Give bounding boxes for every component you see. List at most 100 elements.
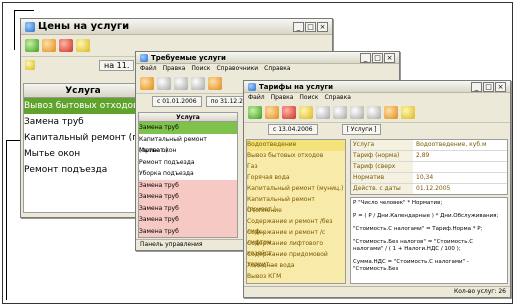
maximize-button[interactable]: □ xyxy=(483,81,494,92)
menu-item[interactable]: Поиск xyxy=(299,93,318,103)
menu-item[interactable]: Файл xyxy=(248,93,265,103)
list-item[interactable]: Вывоз бытовых отходов xyxy=(24,98,142,114)
property-value[interactable]: 01.12.2005 xyxy=(413,184,507,194)
minimize-button[interactable]: _ xyxy=(471,81,482,92)
date-filter[interactable]: на 11. xyxy=(99,59,135,71)
list-item[interactable]: Замена труб xyxy=(139,225,237,237)
maximize-button[interactable]: □ xyxy=(372,52,383,63)
list-item[interactable]: Замена труб xyxy=(139,191,237,203)
minimize-button[interactable]: _ xyxy=(293,21,304,32)
close-button[interactable]: × xyxy=(495,81,506,92)
copy-icon[interactable] xyxy=(316,106,330,119)
menu-item[interactable]: Поиск xyxy=(191,64,210,74)
add-icon[interactable] xyxy=(25,39,39,52)
edit-icon[interactable] xyxy=(42,39,56,52)
add-icon[interactable] xyxy=(140,77,154,90)
list-item[interactable]: Замена труб xyxy=(139,122,237,134)
date-from[interactable]: с 01.01.2006 xyxy=(152,95,202,107)
search-icon[interactable] xyxy=(367,106,381,119)
list-item[interactable]: Вывоз бытовых отходов xyxy=(247,151,345,162)
date-field[interactable]: с 13.04.2006 xyxy=(268,123,318,135)
menu-item[interactable]: Справка xyxy=(324,93,350,103)
property-row: Тариф (норма) 2,89 xyxy=(351,151,507,162)
formula-line: Р = ( Р / Дни.Календарные ) * Дни.Обслуж… xyxy=(353,213,499,219)
status-bar: Кол-во услуг: 26 xyxy=(244,286,510,297)
save-icon[interactable] xyxy=(299,106,313,119)
refresh-icon[interactable] xyxy=(191,77,205,90)
connector-line xyxy=(14,10,34,11)
minimize-button[interactable]: _ xyxy=(360,52,371,63)
formula-line: "Стоимость.С налогами" = Тариф.Норма * Р… xyxy=(353,226,483,232)
search-icon[interactable] xyxy=(174,77,188,90)
list-item[interactable]: Водоотведение xyxy=(247,140,345,151)
property-value[interactable]: 10,34 xyxy=(413,173,507,183)
property-name: Тариф (норма) xyxy=(351,151,413,161)
list-item[interactable]: Газ xyxy=(247,162,345,173)
menu-item[interactable]: Файл xyxy=(140,64,157,74)
filter-icon[interactable] xyxy=(25,60,35,70)
list-item[interactable]: Замена труб xyxy=(139,214,237,226)
list-item[interactable]: Горячая вода xyxy=(247,173,345,184)
edit-icon[interactable] xyxy=(265,106,279,119)
list-item[interactable]: Уборка подъезда xyxy=(139,168,237,180)
close-button[interactable]: × xyxy=(384,52,395,63)
property-row: Норматив 10,34 xyxy=(351,173,507,184)
toolbar xyxy=(244,103,510,123)
app-icon xyxy=(25,21,35,32)
property-row: Тариф (сверх нормы) xyxy=(351,162,507,180)
list-item[interactable]: Содержание и ремонт /без лиф... xyxy=(247,217,345,235)
list-item[interactable]: Содержание лифтового хозяйст... xyxy=(247,239,345,257)
list-item[interactable]: Замена труб xyxy=(139,202,237,214)
list-item[interactable]: Холодная вода xyxy=(247,261,345,272)
property-name: Действ. с даты xyxy=(351,184,413,194)
menu-bar: Файл Правка Поиск Справочники Справка xyxy=(136,64,399,74)
window-title: Тарифы на услуги xyxy=(259,82,334,91)
formula-panel: Р "Число человек" * Норматив; Р = ( Р / Д… xyxy=(350,197,508,284)
list-item[interactable]: Вывоз КГМ xyxy=(247,272,345,283)
settings-icon[interactable] xyxy=(350,106,364,119)
menu-item[interactable]: Правка xyxy=(163,64,186,74)
list-item[interactable]: Содержание придомовой террит... xyxy=(247,250,345,268)
copy-icon[interactable] xyxy=(157,77,171,90)
menu-item[interactable]: Справочники xyxy=(216,64,258,74)
list-item[interactable]: Капитальный ремонт (муниц.) xyxy=(247,184,345,195)
maximize-button[interactable]: □ xyxy=(305,21,316,32)
list-item[interactable]: Мытье окон xyxy=(139,145,237,157)
property-name: Услуга xyxy=(351,140,413,150)
property-value[interactable]: 2,89 xyxy=(413,151,507,161)
property-name: Норматив xyxy=(351,173,413,183)
list-item[interactable]: Капитальный ремонт (п xyxy=(24,130,142,146)
add-icon[interactable] xyxy=(248,106,262,119)
list-item[interactable]: Отопление xyxy=(247,206,345,217)
filter-bar: с 13.04.2006 [ Услуги ] xyxy=(244,123,510,135)
edit-icon[interactable] xyxy=(208,77,222,90)
list-item[interactable]: Капитальный ремонт (приват.) xyxy=(139,133,237,154)
mode-selector[interactable]: [ Услуги ] xyxy=(341,123,382,135)
title-bar: Цены на услуги _ □ × xyxy=(21,19,332,35)
delete-icon[interactable] xyxy=(282,106,296,119)
list-item[interactable]: Содержание и ремонт /с лифтом xyxy=(247,228,345,246)
tariff-list: Водоотведение Вывоз бытовых отходов Газ Гор… xyxy=(246,139,346,284)
folder-icon[interactable] xyxy=(76,39,90,52)
menu-item[interactable]: Правка xyxy=(271,93,294,103)
window-title: Требуемые услуги xyxy=(151,53,226,62)
app-icon xyxy=(248,82,256,91)
services-grid: Услуга Вывоз бытовых отходов Замена труб К… xyxy=(23,83,143,213)
property-value[interactable] xyxy=(413,162,507,172)
close-button[interactable]: × xyxy=(317,21,328,32)
column-header: Услуга xyxy=(139,113,237,122)
list-item[interactable]: Капитальный ремонт (приват.) xyxy=(247,195,345,213)
property-value[interactable]: Водоотведение, куб.м xyxy=(413,140,507,150)
filter-icon[interactable] xyxy=(384,106,398,119)
menu-bar: Файл Правка Поиск Справка xyxy=(244,93,510,103)
menu-item[interactable]: Справка xyxy=(264,64,290,74)
delete-icon[interactable] xyxy=(59,39,73,52)
print-icon[interactable] xyxy=(333,106,347,119)
list-item[interactable]: Замена труб xyxy=(139,179,237,191)
list-item[interactable]: Ремонт подъезда xyxy=(139,156,237,168)
list-item[interactable]: Мытье окон xyxy=(24,146,142,162)
property-row: Действ. с даты 01.12.2005 xyxy=(351,184,507,194)
list-item[interactable]: Ремонт подъезда xyxy=(24,162,142,178)
list-item[interactable]: Замена труб xyxy=(24,114,142,130)
export-icon[interactable] xyxy=(401,106,415,119)
